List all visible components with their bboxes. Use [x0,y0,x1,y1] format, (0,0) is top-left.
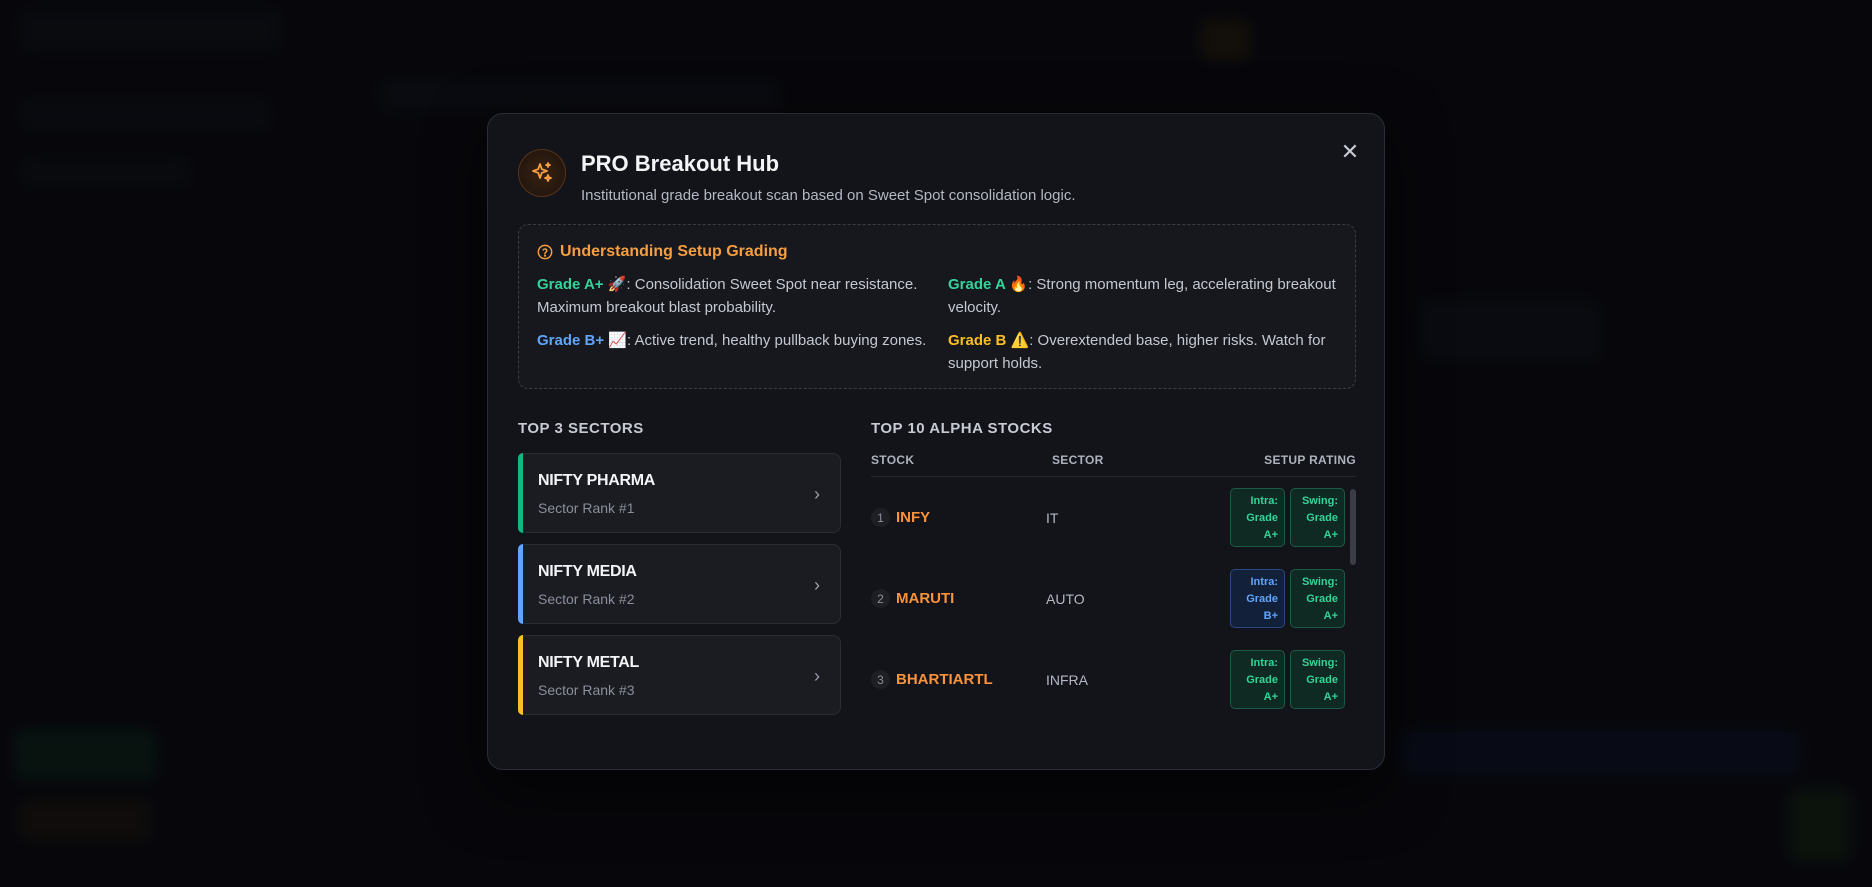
column-stock: STOCK [871,453,915,467]
swing-grade-badge: Swing: Grade A+ [1290,488,1345,547]
grade-a: Grade A 🔥: Strong momentum leg, accelera… [948,276,1336,316]
chevron-right-icon: › [814,666,820,686]
grade-b: Grade B ⚠️: Overextended base, higher ri… [948,332,1326,372]
sector-card-pharma[interactable]: NIFTY PHARMA Sector Rank #1 › [518,453,841,533]
stocks-title: TOP 10 ALPHA STOCKS [871,420,1053,437]
setup-grading-panel: Understanding Setup Grading Grade A+ 🚀: … [518,224,1356,389]
stock-list[interactable]: 1 INFY IT Intra: Grade A+ Swing: Grade A+ 2 … [871,477,1356,717]
stock-sector: INFRA [1046,671,1088,688]
stock-ticker[interactable]: MARUTI [896,590,1046,607]
table-row[interactable]: 3 BHARTIARTL INFRA Intra: Grade A+ Swing: G… [871,639,1356,717]
chevron-right-icon: › [814,575,820,595]
stock-sector: AUTO [1046,590,1085,607]
column-sector: SECTOR [1052,453,1104,467]
intra-grade-badge: Intra: Grade A+ [1230,488,1285,547]
sector-rank: Sector Rank #3 [538,682,635,698]
sector-name: NIFTY METAL [538,654,639,671]
sector-list: NIFTY PHARMA Sector Rank #1 › NIFTY MEDI… [518,453,841,726]
sector-card-metal[interactable]: NIFTY METAL Sector Rank #3 › [518,635,841,715]
close-button[interactable]: ✕ [1338,139,1362,164]
stock-table-header: STOCK SECTOR SETUP RATING [871,453,1356,477]
sector-name: NIFTY PHARMA [538,472,655,489]
grading-title: Understanding Setup Grading [537,243,1337,261]
sector-rank: Sector Rank #1 [538,500,635,516]
scrollbar-thumb[interactable] [1350,489,1356,565]
stock-sector: IT [1046,509,1059,526]
row-rank: 3 [871,670,890,689]
help-circle-icon [537,244,553,260]
table-row[interactable]: 2 MARUTI AUTO Intra: Grade B+ Swing: Grade A… [871,558,1356,639]
modal-title: PRO Breakout Hub [581,151,780,176]
stock-table: STOCK SECTOR SETUP RATING 1 INFY IT Intr… [871,453,1356,717]
swing-grade-badge: Swing: Grade A+ [1290,569,1345,628]
stock-ticker[interactable]: BHARTIARTL [896,671,1046,688]
breakout-hub-modal: ✕ PRO Breakout Hub Institutional grade b… [487,113,1385,770]
modal-header: PRO Breakout Hub Institutional grade bre… [518,149,1076,204]
intra-grade-badge: Intra: Grade A+ [1230,650,1285,709]
intra-grade-badge: Intra: Grade B+ [1230,569,1285,628]
sector-name: NIFTY MEDIA [538,563,637,580]
row-rank: 1 [871,508,890,527]
sparkles-icon [518,149,566,197]
sector-rank: Sector Rank #2 [538,591,635,607]
sectors-title: TOP 3 SECTORS [518,420,644,437]
column-setup-rating: SETUP RATING [1264,453,1356,467]
row-rank: 2 [871,589,890,608]
sector-card-media[interactable]: NIFTY MEDIA Sector Rank #2 › [518,544,841,624]
grade-b-plus: Grade B+ 📈: Active trend, healthy pullba… [537,332,927,349]
modal-subtitle: Institutional grade breakout scan based … [581,187,1076,204]
grade-a-plus: Grade A+ 🚀: Consolidation Sweet Spot nea… [537,276,918,316]
stock-ticker[interactable]: INFY [896,509,1046,526]
chevron-right-icon: › [814,484,820,504]
table-row[interactable]: 1 INFY IT Intra: Grade A+ Swing: Grade A+ [871,477,1356,558]
swing-grade-badge: Swing: Grade A+ [1290,650,1345,709]
